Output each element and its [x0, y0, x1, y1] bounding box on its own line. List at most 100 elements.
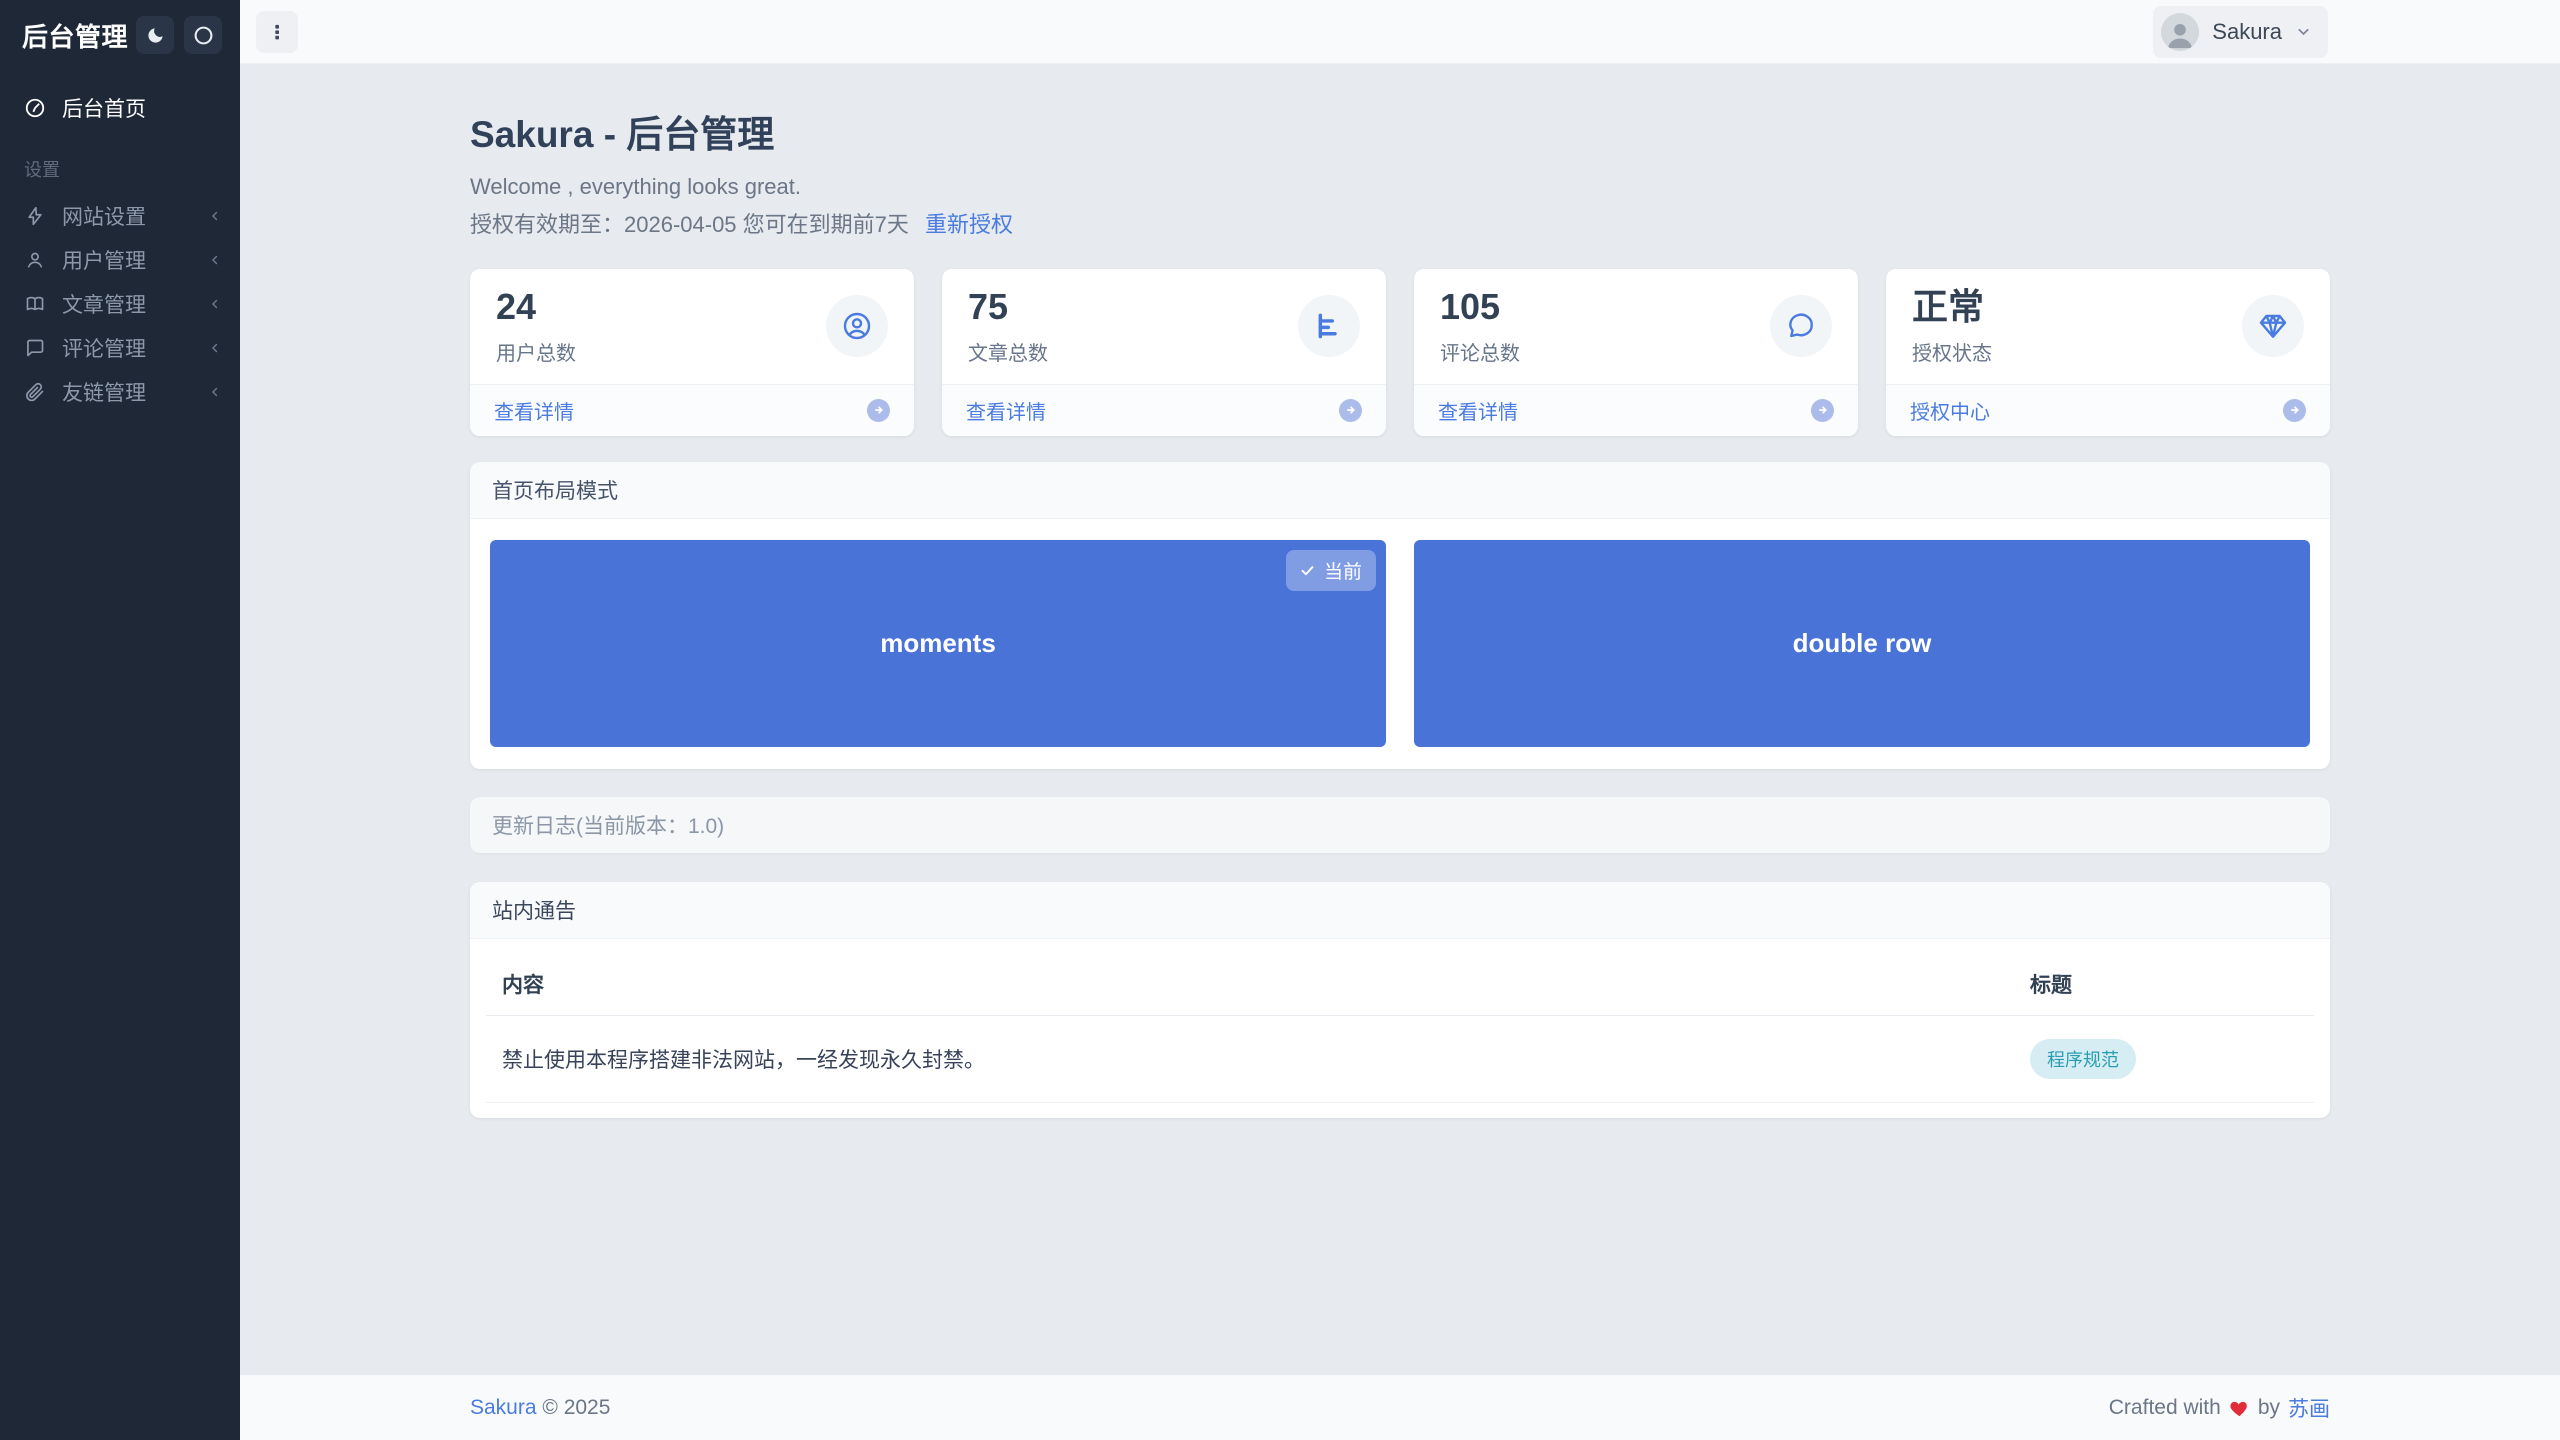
- footer-copyright-text: © 2025: [542, 1395, 611, 1419]
- arrow-right-circle-icon[interactable]: [1339, 398, 1362, 422]
- bar-chart-icon: [1318, 313, 1337, 339]
- sidebar-item-label: 网站设置: [62, 206, 146, 229]
- stat-body: 24 用户总数: [470, 269, 914, 384]
- renew-license-link[interactable]: 重新授权: [925, 212, 1013, 237]
- chevron-left-icon: [211, 299, 218, 309]
- sidebar-nav: 后台首页 设置 网站设置 用户管理 文章管理 评论管理 友链管理: [0, 68, 240, 414]
- paperclip-icon: [26, 382, 44, 402]
- stat-body: 105 评论总数: [1414, 269, 1858, 384]
- sidebar-item-label: 用户管理: [62, 250, 146, 273]
- chevron-down-icon: [2298, 28, 2309, 36]
- user-name: Sakura: [2212, 18, 2282, 44]
- view-details-link[interactable]: 查看详情: [966, 396, 1046, 425]
- stat-value: 正常: [1912, 286, 1985, 327]
- author-link[interactable]: 苏画: [2288, 1393, 2330, 1423]
- sidebar-item-article-management[interactable]: 文章管理: [0, 282, 240, 326]
- license-center-link[interactable]: 授权中心: [1910, 396, 1990, 425]
- stat-card-articles: 75 文章总数 查看详情: [942, 269, 1386, 436]
- footer-brand-link[interactable]: Sakura: [470, 1396, 537, 1419]
- column-header-title: 标题: [2014, 944, 2314, 1016]
- stat-card-license: 正常 授权状态 授权中心: [1886, 269, 2330, 436]
- stat-card-users: 24 用户总数 查看详情: [470, 269, 914, 436]
- theme-circle-button[interactable]: [184, 16, 222, 54]
- welcome-text: Welcome , everything looks great.: [470, 174, 801, 199]
- stat-body: 正常 授权状态: [1886, 269, 2330, 384]
- sidebar-item-label: 评论管理: [62, 338, 146, 361]
- user-circle-icon: [843, 313, 871, 340]
- vertical-ellipsis-icon: [275, 24, 279, 39]
- chevron-left-icon: [211, 211, 218, 221]
- table-header-row: 内容 标题: [486, 944, 2314, 1016]
- page-title: Sakura - 后台管理: [470, 114, 775, 155]
- sidebar-item-site-settings[interactable]: 网站设置: [0, 194, 240, 238]
- sidebar-item-friend-links[interactable]: 友链管理: [0, 370, 240, 414]
- comment-icon: [27, 339, 44, 357]
- chevron-left-icon: [211, 343, 218, 353]
- notice-content-cell: 禁止使用本程序搭建非法网站，一经发现永久封禁。: [486, 1015, 2014, 1103]
- heart-icon: [2230, 1401, 2247, 1417]
- sidebar-item-home[interactable]: 后台首页: [0, 86, 240, 130]
- by-text: by: [2257, 1395, 2280, 1419]
- sidebar-item-user-management[interactable]: 用户管理: [0, 238, 240, 282]
- arrow-right-circle-icon[interactable]: [1811, 398, 1834, 422]
- sidebar-item-label: 文章管理: [62, 294, 146, 317]
- topbar: Sakura: [240, 0, 2560, 64]
- notice-title: 站内通告: [470, 881, 2330, 939]
- check-icon: [1301, 565, 1314, 575]
- stat-icon-chip: [2242, 295, 2304, 358]
- stat-footer: 授权中心: [1886, 383, 2330, 436]
- sidebar-header: 后台管理: [0, 0, 240, 68]
- book-icon: [26, 296, 44, 311]
- license-line: 授权有效期至：2026-04-05 您可在到期前7天 重新授权: [470, 207, 2330, 239]
- stat-icon-chip: [826, 295, 888, 358]
- sidebar-item-label: 后台首页: [62, 98, 146, 121]
- person-silhouette-icon: [2168, 23, 2193, 48]
- notice-table: 内容 标题 禁止使用本程序搭建非法网站，一经发现永久封禁。 程序规范: [486, 944, 2314, 1103]
- layout-mode-card: 首页布局模式 当前 moments double row: [470, 461, 2330, 769]
- dashboard-compass-icon: [25, 98, 45, 118]
- stat-value: 24: [496, 286, 537, 327]
- circle-icon: [194, 26, 212, 44]
- stat-label: 用户总数: [496, 342, 576, 365]
- stat-footer: 查看详情: [470, 383, 914, 436]
- avatar: [2161, 12, 2200, 51]
- notice-body: 内容 标题 禁止使用本程序搭建非法网站，一经发现永久封禁。 程序规范: [470, 939, 2330, 1118]
- stat-body: 75 文章总数: [942, 269, 1386, 384]
- dark-mode-toggle-button[interactable]: [136, 16, 174, 54]
- view-details-link[interactable]: 查看详情: [494, 396, 574, 425]
- layout-option-moments[interactable]: 当前 moments: [490, 539, 1386, 747]
- stats-row: 24 用户总数 查看详情 75 文章总数 查看详情 105 评论总数 查看详情 …: [470, 269, 2330, 436]
- current-badge: 当前: [1285, 549, 1376, 591]
- layout-option-label: moments: [880, 627, 996, 658]
- table-row: 禁止使用本程序搭建非法网站，一经发现永久封禁。 程序规范: [486, 1015, 2314, 1103]
- notice-title-cell: 程序规范: [2014, 1015, 2314, 1103]
- gem-icon: [2259, 315, 2287, 339]
- notice-tag-badge: 程序规范: [2030, 1038, 2136, 1079]
- view-details-link[interactable]: 查看详情: [1438, 396, 1518, 425]
- stat-label: 文章总数: [968, 342, 1048, 365]
- arrow-right-circle-icon[interactable]: [867, 398, 890, 422]
- footer-copyright: Sakura © 2025: [470, 1396, 610, 1420]
- menu-toggle-button[interactable]: [256, 10, 298, 53]
- page-content: Sakura - 后台管理 Welcome , everything looks…: [240, 64, 2560, 1375]
- sidebar-section-label: 设置: [24, 160, 60, 180]
- column-header-content: 内容: [486, 944, 2014, 1016]
- notice-card: 站内通告 内容 标题 禁止使用本程序搭建非法网站，一经发现永久封禁。 程序规范: [470, 881, 2330, 1118]
- chevron-left-icon: [211, 255, 218, 265]
- stat-icon-chip: [1770, 295, 1832, 358]
- sidebar-actions: [136, 16, 222, 54]
- sidebar: 后台管理 后台首页 设置 网站设置 用户管理 文章管理 评论管理 友链管理: [0, 0, 240, 1440]
- crafted-with-text: Crafted with: [2108, 1395, 2221, 1419]
- user-menu-button[interactable]: Sakura: [2153, 5, 2328, 58]
- sidebar-item-label: 友链管理: [62, 382, 146, 405]
- layout-option-label: double row: [1792, 627, 1932, 658]
- changelog-label: 更新日志(当前版本：1.0): [492, 814, 725, 838]
- changelog-header[interactable]: 更新日志(当前版本：1.0): [470, 796, 2330, 853]
- chevron-left-icon: [211, 387, 218, 397]
- sidebar-item-comment-management[interactable]: 评论管理: [0, 326, 240, 370]
- bolt-icon: [28, 206, 42, 226]
- layout-option-double-row[interactable]: double row: [1414, 539, 2310, 747]
- license-text: 授权有效期至：2026-04-05 您可在到期前7天: [470, 212, 909, 237]
- arrow-right-circle-icon[interactable]: [2283, 398, 2306, 422]
- moon-icon: [147, 27, 163, 43]
